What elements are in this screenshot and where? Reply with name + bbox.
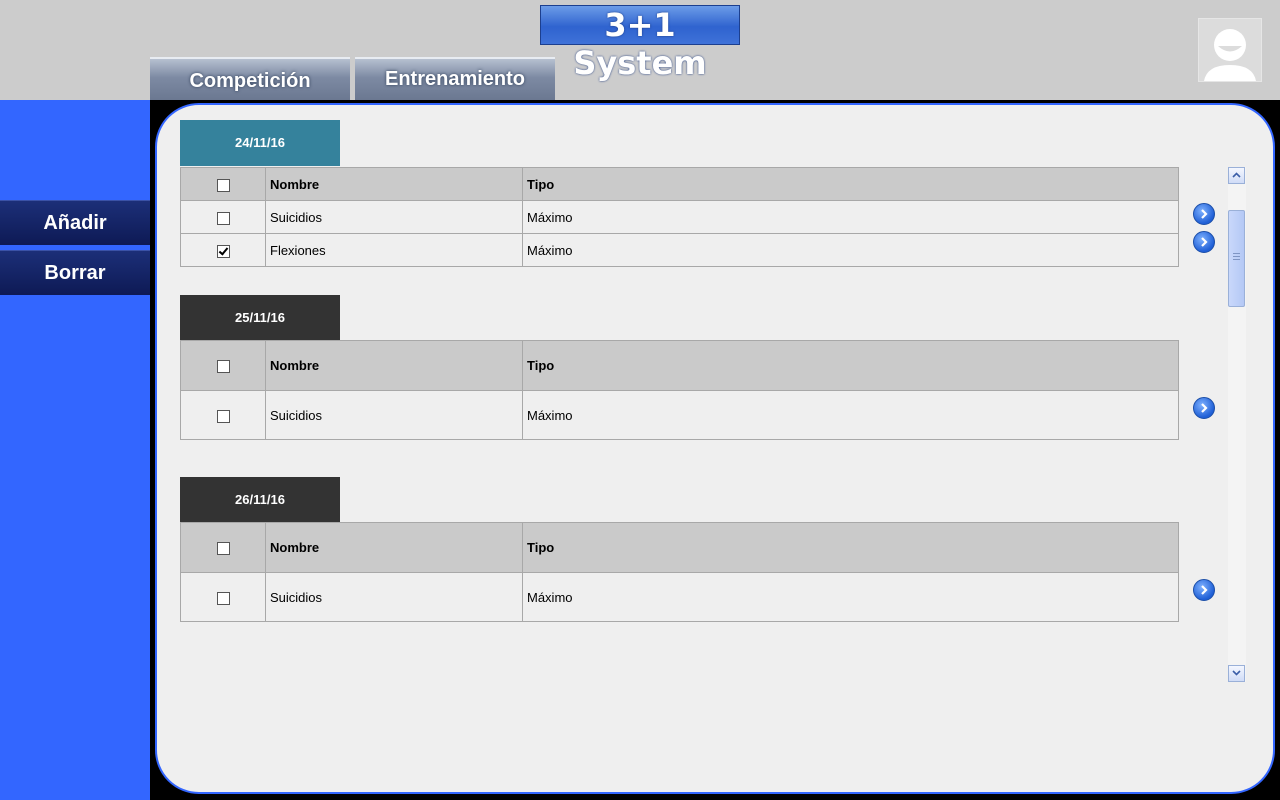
select-all-checkbox[interactable] [216,360,230,374]
exercise-table-1: Nombre Tipo Suicidios Máximo Flexiones M… [180,167,1179,267]
header-bar: 3+1 System Competición Entrenamiento [0,0,1280,100]
exercise-type: Máximo [522,233,1179,267]
column-header-nombre: Nombre [265,167,523,201]
table-header-row: Nombre Tipo [180,167,1179,201]
exercise-name: Flexiones [265,233,523,267]
select-all-checkbox[interactable] [216,178,230,192]
row-checkbox[interactable] [216,409,230,423]
exercise-type: Máximo [522,390,1179,440]
table-row[interactable]: Suicidios Máximo [180,390,1179,440]
vertical-scrollbar[interactable] [1228,167,1246,682]
app-title: 3+1 System [540,5,740,82]
tab-competicion[interactable]: Competición [150,57,350,100]
open-row-arrow-icon[interactable] [1193,231,1215,253]
delete-button[interactable]: Borrar [0,250,150,295]
scroll-down-icon[interactable] [1228,665,1245,682]
date-tab-2[interactable]: 25/11/16 [180,295,340,341]
column-header-tipo: Tipo [522,522,1179,573]
open-row-arrow-icon[interactable] [1193,203,1215,225]
exercise-name: Suicidios [265,200,523,234]
open-row-arrow-icon[interactable] [1193,579,1215,601]
column-header-nombre: Nombre [265,522,523,573]
add-button[interactable]: Añadir [0,200,150,245]
scrollbar-thumb[interactable] [1228,210,1245,307]
column-header-tipo: Tipo [522,167,1179,201]
select-all-checkbox[interactable] [216,542,230,556]
open-row-arrow-icon[interactable] [1193,397,1215,419]
table-row[interactable]: Suicidios Máximo [180,572,1179,622]
date-tab-3[interactable]: 26/11/16 [180,477,340,523]
date-tab-1[interactable]: 24/11/16 [180,120,340,166]
row-checkbox[interactable] [216,591,230,605]
table-row[interactable]: Suicidios Máximo [180,200,1179,234]
exercise-table-3: Nombre Tipo Suicidios Máximo [180,522,1179,622]
exercise-table-2: Nombre Tipo Suicidios Máximo [180,340,1179,440]
column-header-nombre: Nombre [265,340,523,391]
table-row[interactable]: Flexiones Máximo [180,233,1179,267]
row-checkbox[interactable] [216,211,230,225]
user-avatar-icon[interactable] [1198,18,1262,82]
table-header-row: Nombre Tipo [180,522,1179,573]
sidebar: Añadir Borrar [0,100,150,800]
exercise-type: Máximo [522,572,1179,622]
tab-entrenamiento[interactable]: Entrenamiento [355,57,555,100]
scroll-up-icon[interactable] [1228,167,1245,184]
table-header-row: Nombre Tipo [180,340,1179,391]
exercise-name: Suicidios [265,390,523,440]
row-checkbox[interactable] [216,244,230,258]
column-header-tipo: Tipo [522,340,1179,391]
exercise-type: Máximo [522,200,1179,234]
exercise-name: Suicidios [265,572,523,622]
